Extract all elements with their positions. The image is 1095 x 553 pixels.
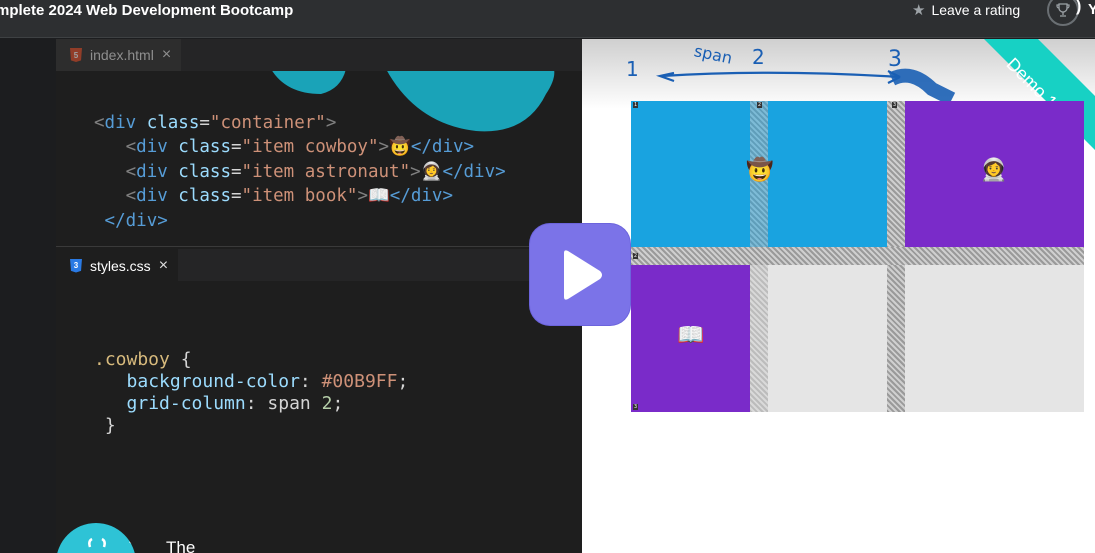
code-token: ; xyxy=(397,371,409,392)
rating-label: Leave a rating xyxy=(931,2,1021,18)
code-token: 📖 xyxy=(367,186,390,206)
code-token: </div> xyxy=(410,137,475,157)
code-token: > xyxy=(378,137,390,157)
code-token: ; xyxy=(332,393,344,414)
grid-line-number: 2 xyxy=(633,253,639,259)
code-editor: 5 index.html × <div class="container"> <… xyxy=(56,39,582,553)
css3-icon: 3 xyxy=(70,258,82,273)
grid-line-number: 3 xyxy=(633,404,639,410)
code-token: .cowboy xyxy=(94,349,170,370)
course-title[interactable]: mplete 2024 Web Development Bootcamp xyxy=(0,2,293,20)
progress-button[interactable] xyxy=(1047,0,1079,26)
code-token: div xyxy=(136,137,168,157)
css-tabbar: 3 styles.css × xyxy=(56,249,582,281)
tab-label: index.html xyxy=(90,47,154,63)
code-token: span xyxy=(267,393,311,414)
html-tabbar: 5 index.html × xyxy=(56,39,582,71)
leave-rating-button[interactable]: ★ Leave a rating xyxy=(912,1,1020,19)
code-token: = xyxy=(230,137,242,157)
code-token: class xyxy=(167,137,231,157)
code-token: { xyxy=(169,349,192,370)
close-icon[interactable]: × xyxy=(159,257,168,274)
code-token: "item book" xyxy=(241,186,358,206)
code-token: div xyxy=(104,112,137,133)
lecture-video-player: mplete 2024 Web Development Bootcamp ★ L… xyxy=(0,0,1095,553)
progress-arc: ) xyxy=(1076,0,1082,15)
code-token: < xyxy=(94,112,105,133)
trophy-icon xyxy=(1056,3,1070,17)
annot-3: 3 xyxy=(888,47,902,72)
pane-divider xyxy=(56,246,582,247)
code-token: = xyxy=(199,112,210,133)
code-token: div xyxy=(136,161,168,182)
code-token: class xyxy=(167,161,231,182)
play-button[interactable] xyxy=(530,224,630,325)
code-token: class xyxy=(136,112,200,133)
css-code: .cowboy { background-color: #00B9FF; gri… xyxy=(94,327,408,437)
code-token: div xyxy=(136,186,168,206)
grid-line-number: 3 xyxy=(892,102,898,108)
code-token: "container" xyxy=(209,112,326,133)
logo-text: The xyxy=(166,538,196,553)
grid-gap xyxy=(631,247,1084,265)
grid-line-number: 1 xyxy=(633,102,639,108)
code-token: grid-column xyxy=(126,393,246,414)
annot-2: 2 xyxy=(752,45,765,69)
code-token: > xyxy=(410,161,421,182)
code-token: = xyxy=(230,161,242,182)
tab-label: styles.css xyxy=(90,257,151,274)
code-token: "item astronaut" xyxy=(241,161,411,182)
user-avatar[interactable]: Y xyxy=(1088,1,1095,18)
sidebar-strip xyxy=(0,39,56,553)
code-token: < xyxy=(125,137,137,157)
code-token: 👩‍🚀 xyxy=(420,161,443,182)
book-emoji: 📖 xyxy=(677,323,705,348)
code-token: : xyxy=(245,393,268,414)
code-token: class xyxy=(167,186,231,206)
play-icon xyxy=(564,249,602,300)
html-code: <div class="container"> <div class="item… xyxy=(94,86,506,233)
grid-line-number: 2 xyxy=(757,102,763,108)
code-token: > xyxy=(357,186,368,206)
code-token: </div> xyxy=(389,186,453,206)
code-token: background-color xyxy=(126,371,300,392)
star-icon: ★ xyxy=(912,2,926,19)
code-token: > xyxy=(325,112,337,133)
code-token: "item cowboy" xyxy=(241,137,379,157)
close-icon[interactable]: × xyxy=(162,47,171,63)
html5-icon: 5 xyxy=(70,48,82,62)
astronaut-emoji: 👩‍🚀 xyxy=(980,158,1008,183)
grid-demo: 🤠 👩‍🚀 📖 1 2 3 2 3 xyxy=(631,101,1084,412)
code-token: = xyxy=(230,186,242,206)
code-token: </div> xyxy=(442,161,506,182)
code-token: } xyxy=(104,415,116,436)
code-token: </div> xyxy=(104,210,168,231)
tab-index-html[interactable]: 5 index.html × xyxy=(56,39,182,71)
code-token: < xyxy=(125,161,137,182)
demo-whiteboard: 1 span 2 3 Demo 1 🤠 👩‍🚀 📖 1 2 3 2 3 xyxy=(582,39,1095,553)
code-token: #00B9FF xyxy=(321,371,398,392)
code-token: 🤠 xyxy=(389,137,411,157)
code-token: 2 xyxy=(321,393,333,414)
code-token: : xyxy=(299,371,322,392)
course-header: mplete 2024 Web Development Bootcamp ★ L… xyxy=(0,0,1095,38)
code-token: < xyxy=(125,186,137,206)
annot-1: 1 xyxy=(626,57,639,81)
tab-styles-css[interactable]: 3 styles.css × xyxy=(56,249,179,281)
cowboy-emoji: 🤠 xyxy=(746,158,774,183)
